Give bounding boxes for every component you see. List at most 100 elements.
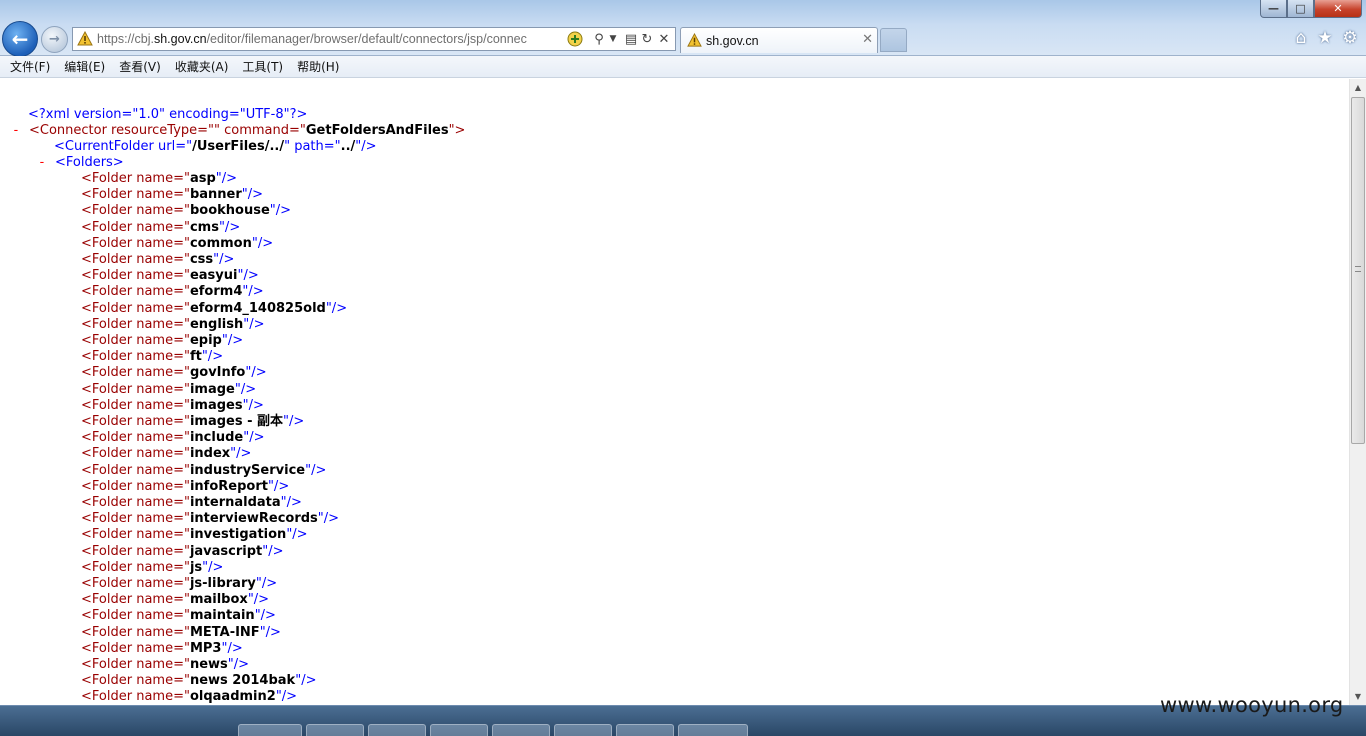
folder-entry: <Folder name="internaldata"/>	[81, 495, 302, 511]
folder-tag-open: <Folder name="	[81, 576, 190, 591]
folder-tag-open: <Folder name="	[81, 365, 190, 380]
folder-tag-close: "/>	[215, 171, 238, 186]
folder-tag-close: "/>	[242, 398, 264, 413]
menu-help[interactable]: 帮助(H)	[290, 58, 346, 75]
warning-icon[interactable]	[77, 31, 93, 47]
collapse-toggle[interactable]: -	[12, 123, 20, 138]
folder-tag-close: "/>	[305, 463, 327, 478]
folder-tag-close: "/>	[275, 689, 298, 704]
address-bar[interactable]: https://cbj.sh.gov.cn/editor/filemanager…	[72, 27, 676, 51]
compatibility-icon[interactable]	[567, 31, 583, 47]
folder-tag-open: <Folder name="	[81, 333, 190, 348]
taskbar-button[interactable]	[616, 724, 674, 736]
connector-open: <Connector resourceType="	[28, 123, 215, 138]
folder-name: banner	[189, 187, 242, 202]
taskbar-button[interactable]	[430, 724, 488, 736]
refresh-icon[interactable]: ↻	[639, 31, 655, 47]
scroll-thumb[interactable]	[1351, 97, 1365, 444]
folder-entry: <Folder name="banner"/>	[81, 187, 263, 203]
maximize-button[interactable]: □	[1287, 0, 1314, 18]
star-icon[interactable]: ★	[1315, 28, 1335, 48]
folder-tag-close: "/>	[237, 268, 259, 283]
stop-icon[interactable]: ✕	[656, 31, 672, 47]
connector-line: - <Connector resourceType="" command="Ge…	[12, 123, 465, 139]
folder-entry: <Folder name="asp"/>	[81, 171, 237, 187]
folder-tag-close: "/>	[283, 414, 305, 429]
folder-name: javascript	[189, 544, 263, 559]
folder-tag-open: <Folder name="	[81, 592, 190, 607]
folder-tag-open: <Folder name="	[81, 252, 190, 267]
taskbar-button[interactable]	[678, 724, 748, 736]
minimize-button[interactable]: —	[1260, 0, 1287, 18]
scroll-down-icon[interactable]: ▼	[1350, 688, 1366, 705]
folder-name: include	[189, 430, 244, 445]
folder-tag-open: <Folder name="	[81, 511, 190, 526]
folder-entry: <Folder name="olqaadmin2"/>	[81, 689, 297, 705]
folder-entry: <Folder name="eform4_140825old"/>	[81, 301, 347, 317]
folder-tag-close: "/>	[221, 333, 244, 348]
folder-entry: <Folder name="ft"/>	[81, 349, 223, 365]
connector-mid: " command="	[214, 123, 306, 138]
menu-favorites[interactable]: 收藏夹(A)	[168, 58, 236, 75]
collapse-toggle[interactable]: -	[38, 155, 46, 170]
folder-tag-close: "/>	[254, 608, 276, 623]
menu-edit[interactable]: 编辑(E)	[57, 58, 112, 75]
tab-active[interactable]: sh.gov.cn ✕	[680, 27, 878, 53]
new-tab-button[interactable]	[880, 28, 907, 52]
menu-tools[interactable]: 工具(T)	[235, 58, 290, 75]
current-folder-mid: " path="	[284, 139, 341, 154]
folder-name: internaldata	[189, 495, 281, 510]
close-window-button[interactable]: ✕	[1314, 0, 1362, 18]
arrow-right-icon: →	[49, 32, 60, 47]
taskbar-button[interactable]	[306, 724, 364, 736]
menu-file[interactable]: 文件(F)	[3, 58, 57, 75]
folder-name: image	[189, 382, 235, 397]
folder-tag-close: "/>	[227, 657, 250, 672]
taskbar-button[interactable]	[554, 724, 612, 736]
connector-command: GetFoldersAndFiles	[305, 123, 449, 138]
folder-entry: <Folder name="MP3"/>	[81, 641, 243, 657]
back-button[interactable]: ←	[2, 21, 38, 57]
folder-name: news 2014bak	[189, 673, 296, 688]
folder-tag-open: <Folder name="	[81, 625, 190, 640]
folder-tag-close: "/>	[269, 203, 292, 218]
scroll-up-icon[interactable]: ▲	[1350, 79, 1366, 96]
folder-tag-open: <Folder name="	[81, 544, 190, 559]
folder-tag-open: <Folder name="	[81, 349, 190, 364]
folder-name: eform4_140825old	[189, 301, 326, 316]
dropdown-icon[interactable]: ▼	[605, 31, 621, 47]
xml-declaration: <?xml version="1.0" encoding="UTF-8"?>	[28, 107, 308, 122]
vertical-scrollbar[interactable]: ▲ ▼	[1349, 79, 1366, 705]
folder-tag-close: "/>	[262, 544, 284, 559]
folder-entry: <Folder name="META-INF"/>	[81, 625, 281, 641]
home-icon[interactable]: ⌂	[1291, 28, 1311, 48]
folder-name: interviewRecords	[189, 511, 318, 526]
taskbar-button[interactable]	[492, 724, 550, 736]
xml-viewer: <?xml version="1.0" encoding="UTF-8"?> -…	[0, 79, 1349, 705]
folder-entry: <Folder name="css"/>	[81, 252, 234, 268]
folder-name: govInfo	[189, 365, 246, 380]
folder-tag-close: "/>	[325, 301, 348, 316]
forward-button[interactable]: →	[41, 26, 68, 53]
folder-name: eform4	[189, 284, 243, 299]
folder-name: images	[189, 398, 243, 413]
folder-tag-open: <Folder name="	[81, 527, 190, 542]
folder-name: epip	[189, 333, 222, 348]
url-text[interactable]: https://cbj.sh.gov.cn/editor/filemanager…	[97, 32, 637, 48]
menu-view[interactable]: 查看(V)	[112, 58, 168, 75]
folder-name: maintain	[189, 608, 255, 623]
folder-name: MP3	[189, 641, 222, 656]
taskbar-button[interactable]	[238, 724, 302, 736]
folder-tag-open: <Folder name="	[81, 187, 190, 202]
folder-name: asp	[189, 171, 216, 186]
folder-tag-close: "/>	[213, 252, 235, 267]
close-tab-icon[interactable]: ✕	[862, 32, 873, 47]
folder-tag-close: "/>	[267, 479, 290, 494]
folder-name: images - 副本	[189, 414, 284, 429]
folder-tag-open: <Folder name="	[81, 560, 190, 575]
compat-view-icon[interactable]: ▤	[623, 31, 639, 47]
taskbar-button[interactable]	[368, 724, 426, 736]
folder-tag-open: <Folder name="	[81, 382, 190, 397]
gear-icon[interactable]: ⚙	[1340, 28, 1360, 48]
folder-tag-close: "/>	[251, 236, 274, 251]
